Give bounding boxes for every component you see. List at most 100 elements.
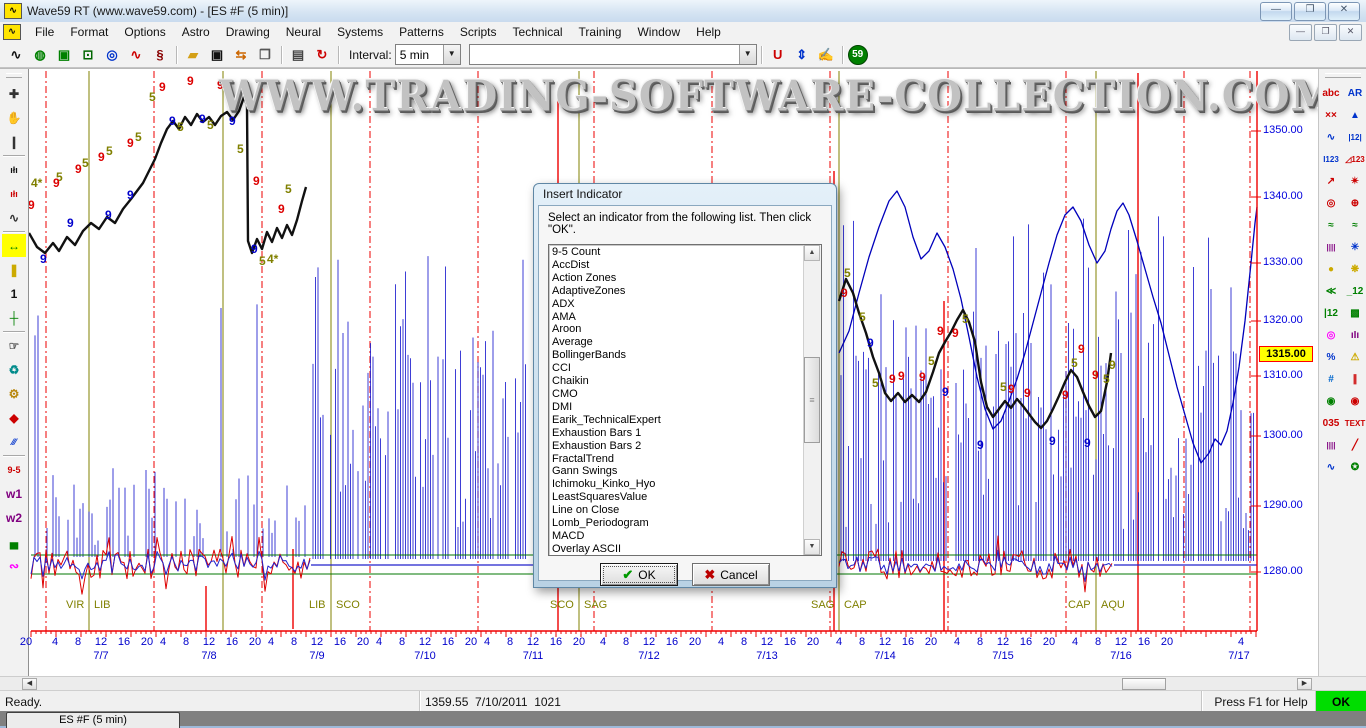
menu-technical[interactable]: Technical [505, 23, 571, 41]
scroll-down-button[interactable]: ▼ [804, 539, 820, 555]
wrench-icon[interactable]: ⚙ [2, 382, 26, 405]
list-item[interactable]: Chaikin [552, 375, 803, 388]
menu-astro[interactable]: Astro [174, 23, 218, 41]
list-item[interactable]: Earik_TechnicalExpert [552, 414, 803, 427]
training-hand-icon[interactable]: ✍ [815, 45, 837, 65]
exhaustion-icon[interactable]: ▄ [2, 530, 26, 553]
red-zigzag-arrow-icon[interactable]: ↗ [1319, 170, 1343, 192]
pan-hand-icon[interactable]: ✋ [2, 106, 26, 129]
list-item[interactable]: FractalTrend [552, 453, 803, 466]
select-hand-icon[interactable]: ☞ [2, 334, 26, 357]
hatch-lines-icon[interactable]: ⁄⁄⁄ [2, 430, 26, 453]
ibeam-icon[interactable]: ❙ [2, 130, 26, 153]
open-folder-icon[interactable]: ▰ [182, 45, 204, 65]
list-item[interactable]: DMI [552, 401, 803, 414]
menu-options[interactable]: Options [116, 23, 173, 41]
menu-window[interactable]: Window [629, 23, 688, 41]
percent-icon[interactable]: % [1319, 346, 1343, 368]
expand-bars-icon[interactable]: ❚ [2, 258, 26, 281]
minimize-button[interactable]: — [1260, 2, 1292, 21]
red-spiral-square-icon[interactable]: ◉ [1343, 390, 1366, 412]
angle-ar-icon[interactable]: AR [1343, 82, 1366, 104]
green-hatch-square-icon[interactable]: ▩ [1343, 302, 1366, 324]
scroll-left-arrow-icon[interactable]: ◀ [22, 678, 37, 690]
monitor-icon[interactable]: ⊡ [77, 45, 99, 65]
list-item[interactable]: Gann Swings [552, 465, 803, 478]
cancel-button[interactable]: ✖ Cancel [692, 563, 770, 586]
crosshair-icon[interactable]: ✚ [2, 82, 26, 105]
updown-arrows-icon[interactable]: ⇕ [791, 45, 813, 65]
list-item[interactable]: AdaptiveZones [552, 285, 803, 298]
mdi-close-button[interactable]: ✕ [1339, 24, 1362, 41]
wave2-icon[interactable]: w2 [2, 506, 26, 529]
chevron-down-icon[interactable]: ▼ [739, 45, 756, 64]
triangle-123-icon[interactable]: ◿123 [1343, 148, 1366, 170]
green-spiral-square-icon[interactable]: ◉ [1319, 390, 1343, 412]
hscroll-thumb[interactable] [1122, 678, 1166, 690]
list-item[interactable]: AccDist [552, 259, 803, 272]
red-cross-icon[interactable]: ×× [1319, 104, 1343, 126]
car-icon[interactable]: ◆ [2, 406, 26, 429]
blue-zigzag-icon[interactable]: ∿ [1319, 456, 1343, 478]
list-item[interactable]: Line on Close [552, 504, 803, 517]
scroll-up-button[interactable]: ▲ [804, 245, 820, 261]
globe-icon[interactable]: ◍ [29, 45, 51, 65]
menu-help[interactable]: Help [688, 23, 729, 41]
refresh-icon[interactable]: ↻ [311, 45, 333, 65]
green-fan-icon[interactable]: ≪ [1319, 280, 1343, 302]
green-12-icon[interactable]: _12 [1343, 280, 1366, 302]
red-fan-icon[interactable]: ✴ [1343, 170, 1366, 192]
earth-search-icon[interactable]: ✪ [1343, 456, 1366, 478]
line-zigzag-icon[interactable]: ∿ [2, 206, 26, 229]
zoom-region-icon[interactable]: ↔ [2, 234, 26, 257]
menu-systems[interactable]: Systems [329, 23, 391, 41]
magenta-spiral-icon[interactable]: ◎ [1319, 324, 1343, 346]
page-split-icon[interactable]: ⇆ [230, 45, 252, 65]
list-item[interactable]: Ichimoku_Kinko_Hyo [552, 478, 803, 491]
blue-grid-icon[interactable]: # [1319, 368, 1343, 390]
list-item[interactable]: Exhaustion Bars 2 [552, 440, 803, 453]
list-item[interactable]: Action Zones [552, 272, 803, 285]
menu-format[interactable]: Format [62, 23, 116, 41]
trash-icon[interactable]: ♻ [2, 358, 26, 381]
spiral-target-icon[interactable]: ◎ [1319, 192, 1343, 214]
blue-wave-icon[interactable]: ∿ [1319, 126, 1343, 148]
tab-es-5min[interactable]: ES #F (5 min) [6, 712, 180, 728]
list-item[interactable]: BollingerBands [552, 349, 803, 362]
text-tool-icon[interactable]: TEXT [1343, 412, 1366, 434]
purple-lines-icon[interactable]: |||| [1319, 434, 1343, 456]
purple-antenna-icon[interactable]: ıIı [1343, 324, 1366, 346]
horizontal-scrollbar[interactable]: ◀ ▶ [0, 676, 1366, 691]
list-item[interactable]: Lomb_Periodogram [552, 517, 803, 530]
list-item[interactable]: AMA [552, 311, 803, 324]
menu-drawing[interactable]: Drawing [218, 23, 278, 41]
text-abc-icon[interactable]: abc [1319, 82, 1343, 104]
close-button[interactable]: ✕ [1328, 2, 1360, 21]
interval-select[interactable]: 5 min▼ [395, 44, 461, 65]
indicator-listbox[interactable]: 9-5 CountAccDistAction ZonesAdaptiveZone… [548, 244, 822, 556]
wheel-icon[interactable]: ◎ [101, 45, 123, 65]
mdi-restore-button[interactable]: ❐ [1314, 24, 1337, 41]
green-bars-12-icon[interactable]: |12 [1319, 302, 1343, 324]
warning-triangle-icon[interactable]: ⚠ [1343, 346, 1366, 368]
toolbar-grip[interactable] [1325, 73, 1361, 78]
magnet-icon[interactable]: U [767, 45, 789, 65]
single-bar-icon[interactable]: 1 [2, 282, 26, 305]
menu-patterns[interactable]: Patterns [391, 23, 452, 41]
list-item[interactable]: MACD [552, 530, 803, 543]
green-zigzag-eq2-icon[interactable]: ≈ [1343, 214, 1366, 236]
yellow-ellipse-icon[interactable]: ● [1319, 258, 1343, 280]
menu-training[interactable]: Training [571, 23, 630, 41]
blue-arrow-up-icon[interactable]: ▲ [1343, 104, 1366, 126]
red-blue-lines-icon[interactable]: ∥ [1343, 368, 1366, 390]
menu-neural[interactable]: Neural [278, 23, 329, 41]
ellipse-cross-icon[interactable]: ⊕ [1343, 192, 1366, 214]
menu-scripts[interactable]: Scripts [452, 23, 505, 41]
listbox-scrollbar[interactable]: ▲ ▼ [803, 245, 821, 555]
zigzag-icon[interactable]: ∿ [125, 45, 147, 65]
nine-five-count-icon[interactable]: 9-5 [2, 458, 26, 481]
toolbar-grip[interactable] [6, 73, 22, 78]
compress-bars-icon[interactable]: ┼ [2, 306, 26, 329]
script-scroll-icon[interactable]: § [149, 45, 171, 65]
wave1-icon[interactable]: w1 [2, 482, 26, 505]
